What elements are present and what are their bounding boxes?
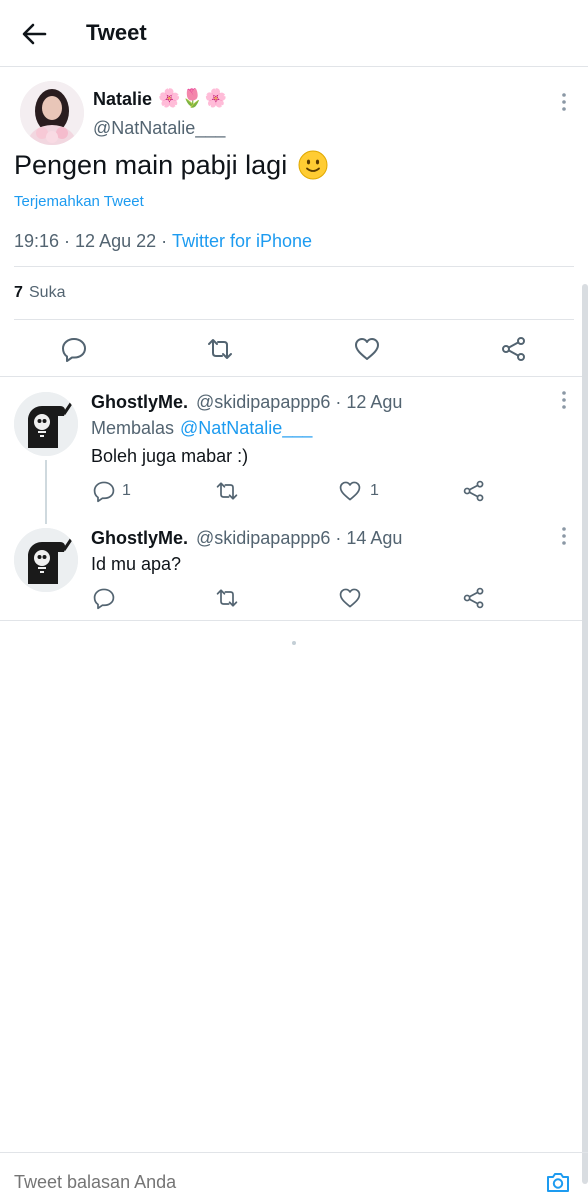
avatar[interactable]: [14, 528, 78, 592]
divider: [0, 376, 588, 377]
retweet-icon[interactable]: [215, 586, 239, 610]
tweet-timestamp: 19:16 · 12 Agu 22 ·: [14, 231, 168, 251]
reply-compose-input[interactable]: [14, 1172, 514, 1193]
divider: [0, 620, 588, 621]
avatar[interactable]: [20, 81, 84, 145]
like-heart-icon[interactable]: [338, 586, 362, 610]
reply-text: Id mu apa?: [91, 554, 182, 574]
share-icon[interactable]: [462, 586, 486, 610]
reply-author-name[interactable]: GhostlyMe.: [91, 392, 188, 413]
reply-text: Boleh juga mabar :): [91, 446, 249, 466]
retweet-icon[interactable]: [206, 335, 234, 363]
share-icon[interactable]: [462, 479, 486, 503]
thread-line: [45, 460, 47, 524]
more-options-icon[interactable]: [556, 390, 572, 410]
avatar[interactable]: [14, 392, 78, 456]
compose-divider: [0, 1152, 588, 1153]
replying-to-label: Membalas: [91, 418, 175, 438]
like-heart-icon[interactable]: [338, 479, 362, 503]
reply-icon[interactable]: [60, 335, 88, 363]
share-icon[interactable]: [500, 335, 528, 363]
reply-author-name[interactable]: GhostlyMe.: [91, 528, 188, 549]
slightly-smiling-face-emoji-icon: [298, 150, 328, 180]
back-arrow-icon[interactable]: [18, 18, 50, 50]
more-options-icon[interactable]: [556, 526, 572, 546]
scrollbar[interactable]: [582, 284, 588, 1184]
more-options-icon[interactable]: [556, 92, 572, 112]
likes-count[interactable]: 7: [14, 284, 23, 302]
reply-meta: @skidipapappp6 · 12 Agu: [196, 392, 403, 412]
divider: [14, 266, 574, 267]
page-title: Tweet: [86, 20, 147, 45]
divider: [14, 319, 574, 320]
tweet-source-link[interactable]: Twitter for iPhone: [172, 231, 312, 252]
author-name[interactable]: Natalie: [93, 89, 152, 110]
reply-icon[interactable]: [92, 586, 116, 610]
top-bar: Tweet: [0, 0, 588, 66]
loading-dot: [292, 641, 296, 645]
reply-meta: @skidipapappp6 · 14 Agu: [196, 528, 403, 548]
reply-icon[interactable]: [92, 479, 116, 503]
likes-label[interactable]: Suka: [29, 284, 65, 302]
replying-to-handle[interactable]: @NatNatalie___: [180, 418, 312, 439]
author-name-emoji: 🌸🌷🌸: [158, 88, 229, 108]
translate-tweet-link[interactable]: Terjemahkan Tweet: [14, 193, 144, 210]
like-count: 1: [370, 482, 379, 499]
author-handle[interactable]: @NatNatalie___: [93, 118, 225, 139]
camera-icon[interactable]: [544, 1168, 572, 1196]
tweet-text: Pengen main pabji lagi: [14, 150, 288, 180]
reply-count: 1: [122, 482, 131, 499]
like-heart-icon[interactable]: [353, 335, 381, 363]
header-divider: [0, 66, 588, 67]
retweet-icon[interactable]: [215, 479, 239, 503]
